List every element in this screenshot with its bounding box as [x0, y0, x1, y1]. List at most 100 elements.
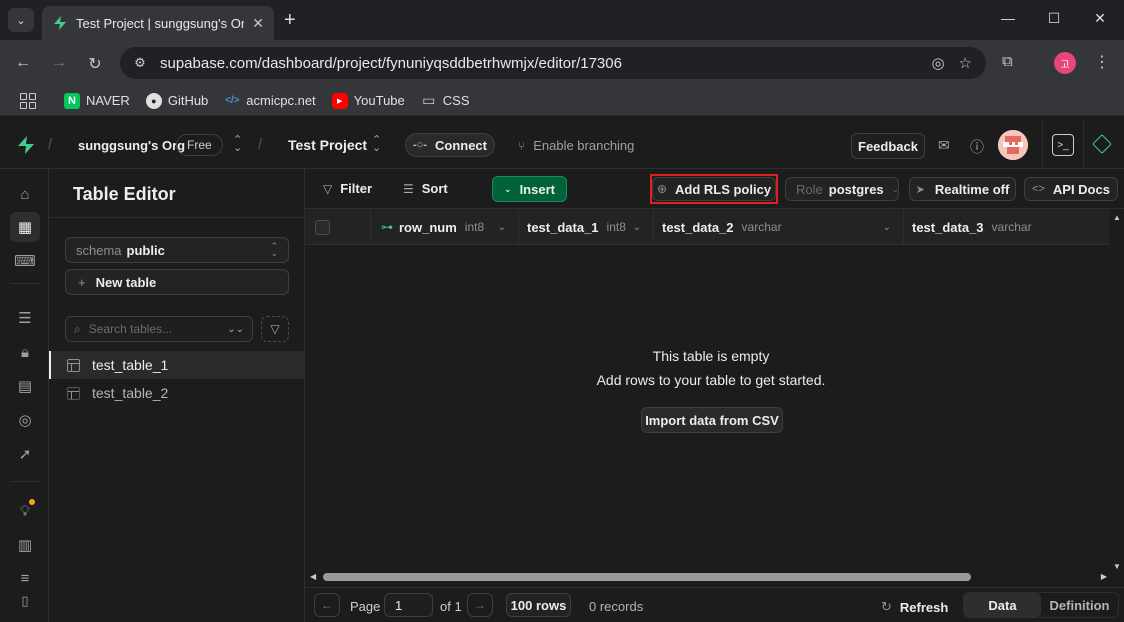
extensions-icon[interactable]: ⧉	[1002, 53, 1013, 70]
column-name: row_num	[399, 219, 457, 235]
scroll-right-icon[interactable]: ▶	[1101, 572, 1107, 581]
next-page-button[interactable]: →	[467, 593, 493, 617]
search-tables-input[interactable]	[88, 322, 217, 336]
column-header[interactable]: test_data_1 int8 ⌄	[519, 209, 654, 245]
scroll-left-icon[interactable]: ◀	[310, 572, 316, 581]
star-icon[interactable]: ☆	[959, 54, 972, 72]
bookmark-acmicpc[interactable]: </> acmicpc.net	[224, 93, 316, 109]
bookmark-label: acmicpc.net	[246, 93, 316, 108]
browser-tab[interactable]: Test Project | sunggsung's Org ✕	[42, 6, 274, 40]
table-editor-icon[interactable]: ▦	[10, 212, 40, 242]
apps-grid-icon[interactable]	[20, 92, 36, 109]
search-tables[interactable]: ⌕ ⌄⌄	[65, 316, 253, 342]
sql-terminal-icon[interactable]: >_	[1052, 134, 1074, 156]
breadcrumb-separator: /	[258, 136, 263, 153]
storage-icon[interactable]: ▤	[10, 371, 40, 401]
bookmark-youtube[interactable]: ▶ YouTube	[331, 92, 405, 109]
minimize-icon[interactable]: —	[998, 10, 1018, 26]
omnibox[interactable]: ⚙ supabase.com/dashboard/project/fynuniy…	[120, 47, 986, 79]
chevron-down-icon[interactable]: ⌄	[883, 222, 891, 233]
table-list-item[interactable]: test_table_2	[49, 379, 305, 407]
page-number-input[interactable]	[384, 593, 433, 617]
collapse-sidebar-icon[interactable]: ▯	[10, 586, 40, 616]
feedback-button[interactable]: Feedback	[851, 133, 925, 159]
chevron-down-icon[interactable]: ⌄	[633, 222, 641, 233]
refresh-button[interactable]: ↻ Refresh	[881, 599, 948, 615]
scroll-up-icon[interactable]: ▲	[1113, 213, 1121, 222]
browser-menu-icon[interactable]: ⋮	[1094, 52, 1110, 72]
eye-off-icon[interactable]: ◎	[931, 54, 944, 72]
arrow-left-icon: ←	[321, 598, 333, 612]
reports-icon[interactable]: ▥	[10, 530, 40, 560]
new-tab-button[interactable]: +	[284, 10, 296, 30]
insert-button[interactable]: ⌄ Insert	[492, 176, 567, 202]
org-switcher-icon[interactable]: ⌃ ⌄	[233, 135, 242, 154]
column-header[interactable]: test_data_2 varchar ⌄	[654, 209, 904, 245]
panel-title: Table Editor	[73, 184, 176, 204]
prev-page-button[interactable]: ←	[314, 593, 340, 617]
close-tab-icon[interactable]: ✕	[252, 15, 264, 32]
bookmark-label: CSS	[442, 93, 470, 108]
schema-select[interactable]: schema public ⌃ ⌄	[65, 237, 289, 263]
bookmark-naver[interactable]: N NAVER	[64, 92, 130, 109]
connect-button[interactable]: -○- Connect	[405, 133, 495, 157]
role-label: Role	[796, 181, 823, 197]
definition-tab[interactable]: Definition	[1041, 593, 1118, 617]
cursor-icon[interactable]: ➚	[10, 439, 40, 469]
forward-arrow-icon[interactable]: →	[50, 54, 68, 72]
role-select[interactable]: Role postgres ⌄	[785, 177, 899, 201]
role-value: postgres	[828, 181, 884, 197]
sort-button[interactable]: ☰ Sort	[403, 181, 448, 196]
database-icon[interactable]: ☰	[10, 303, 40, 333]
home-icon[interactable]: ⌂	[10, 179, 40, 209]
reload-icon[interactable]: ↻	[86, 54, 104, 74]
primary-key-icon: ⊶	[381, 220, 393, 234]
column-header[interactable]: ⊶ row_num int8 ⌄	[371, 209, 519, 245]
plan-badge: Free	[176, 134, 223, 156]
project-name[interactable]: Test Project	[288, 137, 367, 153]
api-docs-button[interactable]: <> API Docs	[1024, 177, 1118, 201]
realtime-icon[interactable]: ◎	[10, 405, 40, 435]
lightbulb-icon[interactable]: 💡︎	[10, 496, 40, 526]
chevrons-down-icon[interactable]: ⌄⌄	[227, 324, 244, 335]
back-arrow-icon[interactable]: ←	[14, 54, 32, 72]
filter-schema-button[interactable]: ▽	[261, 316, 289, 342]
sort-lines-icon: ☰	[403, 181, 414, 196]
vertical-scrollbar[interactable]: ▲ ▼	[1110, 209, 1124, 573]
filter-button[interactable]: ▽ Filter	[323, 181, 372, 196]
url-text[interactable]: supabase.com/dashboard/project/fynuniyqs…	[160, 55, 931, 72]
enable-branching-button[interactable]: ⑂ Enable branching	[518, 138, 634, 153]
bookmark-css[interactable]: ▭ CSS	[421, 92, 470, 109]
horizontal-scrollbar[interactable]: ◀ ▶	[305, 569, 1110, 585]
rows-per-page-button[interactable]: 100 rows	[506, 593, 571, 617]
supabase-top-bar: / sunggsung's Org Free ⌃ ⌄ / Test Project…	[0, 121, 1124, 169]
close-window-icon[interactable]: ✕	[1090, 10, 1110, 27]
org-name[interactable]: sunggsung's Org	[78, 138, 185, 153]
tab-search-button[interactable]: ⌄	[8, 8, 34, 32]
table-list-item[interactable]: test_table_1	[49, 351, 305, 379]
divider	[1042, 121, 1043, 169]
maximize-icon[interactable]: ☐	[1044, 10, 1064, 27]
select-all-checkbox[interactable]	[315, 219, 330, 235]
import-csv-button[interactable]: Import data from CSV	[641, 407, 783, 433]
realtime-button[interactable]: ➤ Realtime off	[909, 177, 1016, 201]
chevron-down-icon[interactable]: ⌄	[498, 222, 506, 233]
sql-editor-icon[interactable]: ⌨	[10, 246, 40, 276]
project-switcher-icon[interactable]: ⌃ ⌄	[372, 135, 381, 154]
profile-avatar[interactable]: 고	[1054, 52, 1076, 74]
help-icon[interactable]: ⓘ	[970, 137, 984, 157]
scroll-down-icon[interactable]: ▼	[1113, 562, 1121, 571]
lock-icon[interactable]: 🔒︎	[10, 337, 40, 367]
column-type: varchar	[991, 220, 1032, 234]
site-info-icon[interactable]: ⚙	[130, 55, 150, 71]
tab-title: Test Project | sunggsung's Org	[76, 15, 245, 31]
inbox-icon[interactable]: ✉	[938, 137, 950, 154]
user-avatar[interactable]	[998, 130, 1028, 160]
supabase-logo-icon[interactable]	[16, 135, 36, 155]
bookmark-github[interactable]: ● GitHub	[145, 92, 208, 109]
new-table-button[interactable]: + New table	[65, 269, 289, 295]
data-tab[interactable]: Data	[964, 593, 1041, 617]
assistant-icon[interactable]	[1092, 134, 1112, 154]
column-header[interactable]: test_data_3 varchar	[904, 209, 1110, 245]
scrollbar-thumb[interactable]	[323, 573, 971, 581]
